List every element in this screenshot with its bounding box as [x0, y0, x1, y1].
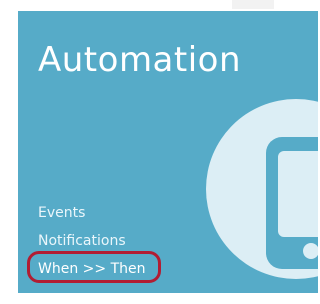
automation-menu: Events Notifications When >> Then — [38, 199, 145, 283]
menu-item-events[interactable]: Events — [38, 199, 145, 227]
smartphone-icon — [206, 99, 318, 279]
menu-item-notifications[interactable]: Notifications — [38, 227, 145, 255]
menu-item-when-then[interactable]: When >> Then — [38, 255, 145, 283]
top-tab-stub — [232, 0, 274, 9]
automation-tile[interactable]: Automation Events Notifications When >> … — [18, 11, 318, 293]
tile-title: Automation — [38, 40, 242, 80]
